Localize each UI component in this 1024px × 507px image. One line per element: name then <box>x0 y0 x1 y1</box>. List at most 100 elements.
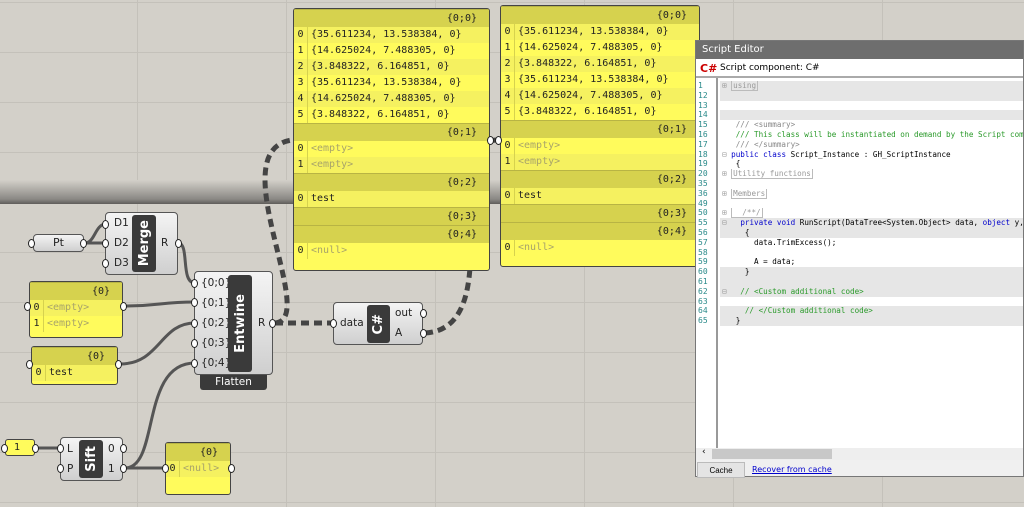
param-grip[interactable] <box>57 464 64 473</box>
param-grip[interactable] <box>115 360 122 369</box>
scrollbar-thumb[interactable] <box>712 449 832 459</box>
code-text: /// This class will be instantiated on d… <box>735 129 1023 139</box>
code-editor[interactable]: 1 12 13 14 15 16 17 18 19 20 35 36 49 50 55 56 57 58 59 60 6… <box>696 78 1023 448</box>
csharp-script-component[interactable]: data C# out A <box>333 302 423 345</box>
number-slider[interactable]: 1 <box>5 439 35 456</box>
param-grip[interactable] <box>102 259 109 268</box>
sift-output-1[interactable]: 1 <box>108 463 115 475</box>
sift-component[interactable]: L P Sift 0 1 <box>60 437 123 481</box>
panel-null[interactable]: {0} 0 <null> <box>165 442 231 495</box>
script-editor-window[interactable]: Script Editor C# Script component: C# 11… <box>695 40 1024 478</box>
entwine-input-3[interactable]: {0;3} <box>201 337 231 349</box>
code-line: { <box>720 159 1023 169</box>
param-grip[interactable] <box>1 444 8 453</box>
entwine-input-2[interactable]: {0;2} <box>201 317 231 329</box>
scroll-left-icon[interactable]: ‹ <box>702 447 706 457</box>
code-text: A = data; <box>735 257 796 267</box>
entwine-input-4[interactable]: {0;4} <box>201 357 231 369</box>
editor-title-bar[interactable]: Script Editor <box>696 41 1023 59</box>
fold-marker-icon[interactable]: ⊞ <box>722 81 731 90</box>
param-grip[interactable] <box>120 464 127 473</box>
item-index: 0 <box>294 141 308 157</box>
fold-marker-icon[interactable]: ⊞ <box>722 208 731 217</box>
param-grip[interactable] <box>24 302 31 311</box>
panel-entwine-output[interactable]: {0;0} 0 {35.611234, 13.538384, 0} 1 {14.6250… <box>293 8 490 271</box>
code-line: ⊞ /**/ <box>720 208 1023 219</box>
entwine-output-r[interactable]: R <box>258 317 265 329</box>
recover-from-cache-link[interactable]: Recover from cache <box>752 465 832 474</box>
merge-input-d2[interactable]: D2 <box>114 237 129 249</box>
line-number: 19 <box>698 159 708 169</box>
list-item: 5 {3.848322, 6.164851, 0} <box>501 104 699 120</box>
code-text: public class Script_Instance : GH_Script… <box>731 149 951 159</box>
param-grip[interactable] <box>330 319 337 328</box>
code-text: // <Custom additional code> <box>731 286 864 296</box>
sift-input-l[interactable]: L <box>67 443 73 455</box>
code-text: /**/ <box>731 208 763 219</box>
branch-path: {0;3} <box>501 204 699 222</box>
item-value: <empty> <box>518 140 561 151</box>
cache-button[interactable]: Cache <box>697 462 745 478</box>
entwine-input-0[interactable]: {0;0} <box>201 277 231 289</box>
param-grip[interactable] <box>420 309 427 318</box>
csharp-output-out[interactable]: out <box>395 307 412 319</box>
param-grip[interactable] <box>191 279 198 288</box>
item-value: test <box>518 190 543 201</box>
line-number: 15 <box>698 120 708 130</box>
panel-test[interactable]: {0} 0 test <box>31 346 118 385</box>
fold-marker-icon[interactable]: ⊟ <box>722 150 731 159</box>
panel-script-output[interactable]: {0;0} 0 {35.611234, 13.538384, 0} 1 {14.6250… <box>500 5 700 267</box>
entwine-input-1[interactable]: {0;1} <box>201 297 231 309</box>
param-grip[interactable] <box>495 136 502 145</box>
param-grip[interactable] <box>191 298 198 307</box>
param-grip[interactable] <box>420 329 427 338</box>
param-grip[interactable] <box>269 319 276 328</box>
param-grip[interactable] <box>175 239 182 248</box>
line-number: 65 <box>698 316 708 326</box>
code-line: ⊟ private void RunScript(DataTree<System… <box>720 218 1023 228</box>
entwine-component[interactable]: {0;0} {0;1} {0;2} {0;3} {0;4} Entwine R <box>194 271 273 375</box>
point-param[interactable]: Pt <box>33 234 84 252</box>
panel-empty-items[interactable]: {0} 0 <empty> 1 <empty> <box>29 281 123 338</box>
item-value: <null> <box>311 245 348 256</box>
csharp-input-data[interactable]: data <box>340 317 364 329</box>
horizontal-scrollbar[interactable]: ‹ <box>696 447 1023 460</box>
merge-component[interactable]: D1 D2 D3 Merge R <box>105 212 178 275</box>
item-value: {14.625024, 7.488305, 0} <box>311 45 456 56</box>
fold-marker-icon[interactable]: ⊟ <box>722 287 731 296</box>
param-grip[interactable] <box>32 444 39 453</box>
param-grip[interactable] <box>102 239 109 248</box>
param-grip[interactable] <box>26 360 33 369</box>
param-grip[interactable] <box>102 220 109 229</box>
sift-input-p[interactable]: P <box>67 463 73 475</box>
merge-input-d1[interactable]: D1 <box>114 217 129 229</box>
param-grip[interactable] <box>28 239 35 248</box>
csharp-output-a[interactable]: A <box>395 327 402 339</box>
param-grip[interactable] <box>228 464 235 473</box>
merge-output-r[interactable]: R <box>161 237 168 249</box>
fold-marker-icon[interactable]: ⊟ <box>722 218 731 227</box>
param-grip[interactable] <box>487 136 494 145</box>
list-item: 0 <null> <box>166 461 230 477</box>
sift-output-0[interactable]: 0 <box>108 443 115 455</box>
item-index: 0 <box>294 27 308 43</box>
item-index: 0 <box>294 191 308 207</box>
fold-marker-icon[interactable]: ⊞ <box>722 169 731 178</box>
param-grip[interactable] <box>120 302 127 311</box>
param-grip[interactable] <box>191 339 198 348</box>
param-grip[interactable] <box>162 464 169 473</box>
line-number: 20 <box>698 169 708 179</box>
merge-input-d3[interactable]: D3 <box>114 257 129 269</box>
item-value: <empty> <box>47 318 90 329</box>
param-grip[interactable] <box>57 444 64 453</box>
line-number: 55 <box>698 218 708 228</box>
param-grip[interactable] <box>191 319 198 328</box>
flatten-label: Flatten <box>215 376 252 388</box>
param-grip[interactable] <box>80 239 87 248</box>
param-grip[interactable] <box>191 359 198 368</box>
list-item: 1 {14.625024, 7.488305, 0} <box>501 40 699 56</box>
param-grip[interactable] <box>120 444 127 453</box>
item-value: test <box>311 193 336 204</box>
fold-marker-icon[interactable]: ⊞ <box>722 189 731 198</box>
